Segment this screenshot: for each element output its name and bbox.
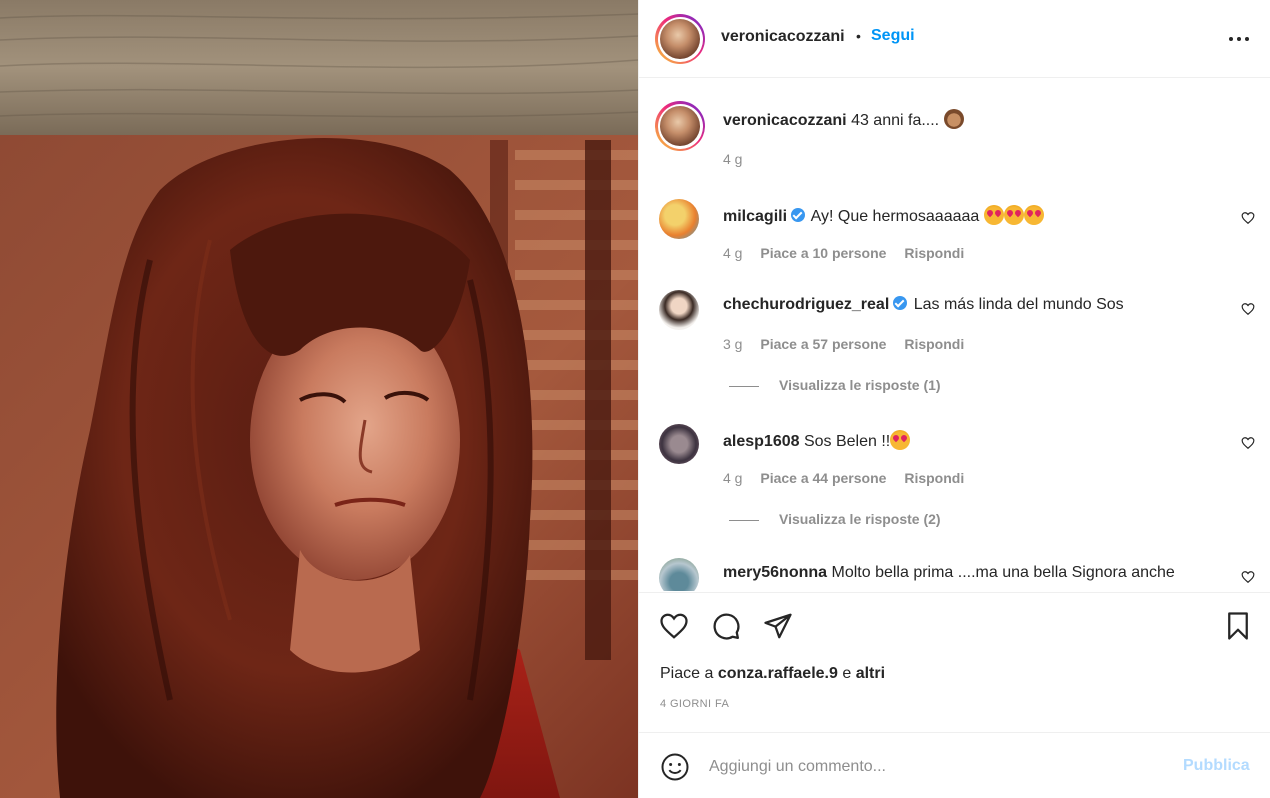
post-photo: [0, 0, 638, 798]
author-avatar[interactable]: [655, 14, 705, 64]
post-actions: Piace a conza.raffaele.9 e altri 4 GIORN…: [639, 592, 1270, 732]
comment-item: alesp1608 Sos Belen !! 4 g Piace a 44 pe…: [655, 424, 1255, 486]
post-detail-panel: veronicacozzani • Segui veronicacozzani …: [638, 0, 1270, 798]
view-replies-label: Visualizza le risposte (2): [779, 511, 941, 527]
post-header: veronicacozzani • Segui: [639, 0, 1270, 78]
replies-divider: [729, 519, 759, 521]
publish-button[interactable]: Pubblica: [1183, 757, 1250, 775]
emoji-smile-icon[interactable]: [660, 752, 690, 782]
comment-item: mery56nonna Molto bella prima ....ma una…: [655, 558, 1255, 591]
comment-time[interactable]: 3 g: [723, 336, 742, 352]
comment-author[interactable]: alesp1608: [723, 433, 800, 450]
comment-item: milcagili Ay! Que hermosaaaaaa 4 g Piace…: [655, 199, 1255, 261]
comment-author[interactable]: chechurodriguez_real: [723, 296, 889, 313]
commenter-avatar[interactable]: [659, 290, 699, 330]
header-separator: •: [856, 28, 861, 44]
reply-button[interactable]: Rispondi: [904, 245, 964, 261]
commenter-avatar[interactable]: [659, 424, 699, 464]
comment-likes[interactable]: Piace a 57 persone: [760, 336, 886, 352]
comment-text: Ay! Que hermosaaaaaa: [810, 208, 980, 225]
likes-others-link[interactable]: altri: [856, 665, 885, 682]
caption-author[interactable]: veronicacozzani: [723, 112, 847, 129]
comment-time[interactable]: 4 g: [723, 245, 742, 261]
author-username[interactable]: veronicacozzani: [721, 28, 845, 46]
replies-divider: [729, 385, 759, 387]
like-heart-icon[interactable]: [659, 611, 689, 641]
likes-prefix: Piace a: [660, 665, 714, 682]
caption-text: 43 anni fa....: [851, 112, 940, 129]
caption-time[interactable]: 4 g: [723, 151, 742, 167]
comments-list[interactable]: veronicacozzani 43 anni fa.... 4 g milca…: [639, 79, 1270, 591]
verified-badge-icon: [791, 208, 806, 222]
add-comment-bar: Pubblica: [639, 732, 1270, 798]
comment-text: Molto bella prima ....ma una bella Signo…: [831, 564, 1175, 581]
comment-likes[interactable]: Piace a 44 persone: [760, 470, 886, 486]
heart-icon[interactable]: [1241, 570, 1255, 584]
reply-button[interactable]: Rispondi: [904, 336, 964, 352]
share-send-icon[interactable]: [763, 611, 793, 641]
comment-item: chechurodriguez_real Las más linda del m…: [655, 290, 1255, 352]
heart-icon[interactable]: [1241, 211, 1255, 225]
commenter-avatar[interactable]: [659, 558, 699, 591]
comment-author[interactable]: mery56nonna: [723, 564, 827, 581]
post-image: [0, 0, 638, 798]
reply-button[interactable]: Rispondi: [904, 470, 964, 486]
comment-text: Las más linda del mundo Sos: [913, 296, 1124, 313]
commenter-avatar[interactable]: [659, 199, 699, 239]
comment-author[interactable]: milcagili: [723, 208, 787, 225]
view-replies-button[interactable]: Visualizza le risposte (2): [729, 511, 941, 527]
heart-eyes-emoji-icon: [1003, 205, 1024, 225]
heart-icon[interactable]: [1241, 302, 1255, 316]
heart-eyes-emoji-icon: [890, 430, 911, 450]
comment-time[interactable]: 4 g: [723, 470, 742, 486]
heart-icon[interactable]: [1241, 436, 1255, 450]
view-replies-label: Visualizza le risposte (1): [779, 377, 941, 393]
caption-author-avatar[interactable]: [655, 101, 705, 151]
see-no-evil-monkey-icon: [943, 109, 964, 129]
likes-summary: Piace a conza.raffaele.9 e altri: [660, 665, 885, 683]
comment-input[interactable]: [709, 753, 1159, 781]
verified-badge-icon: [893, 296, 908, 310]
heart-eyes-emoji-icon: [983, 205, 1004, 225]
comment-likes[interactable]: Piace a 10 persone: [760, 245, 886, 261]
view-replies-button[interactable]: Visualizza le risposte (1): [729, 377, 941, 393]
more-options-icon[interactable]: [1227, 27, 1251, 51]
follow-button[interactable]: Segui: [871, 27, 915, 45]
comment-text: Sos Belen !!: [803, 433, 891, 450]
bookmark-icon[interactable]: [1223, 611, 1253, 641]
comment-bubble-icon[interactable]: [711, 611, 741, 641]
likes-and: e: [842, 665, 852, 682]
likes-user-link[interactable]: conza.raffaele.9: [718, 665, 838, 682]
heart-eyes-emoji-icon: [1023, 205, 1044, 225]
post-date[interactable]: 4 GIORNI FA: [660, 698, 729, 710]
